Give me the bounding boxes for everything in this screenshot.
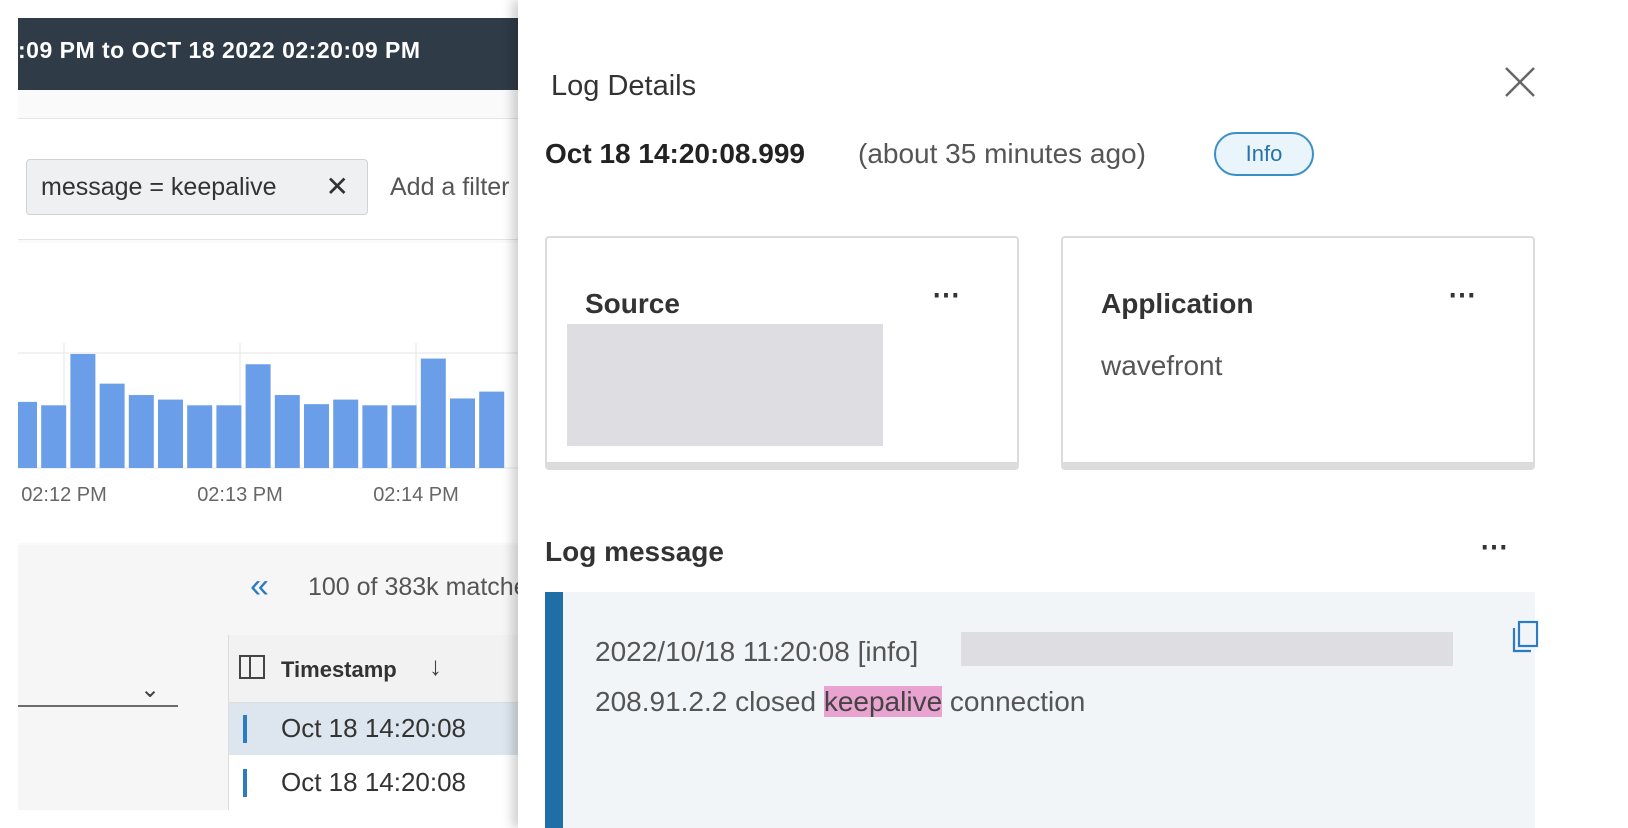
log-details-panel: Log Details Oct 18 14:20:08.999 (about 3… [518, 0, 1628, 828]
log-message-line-2: 208.91.2.2 closed keepalive connection [595, 686, 1085, 718]
histogram-bar[interactable] [362, 405, 388, 468]
histogram-bar[interactable] [216, 405, 242, 468]
x-tick-label: 02:13 PM [197, 484, 283, 506]
log-message-title: Log message [545, 536, 724, 567]
log-relative-time: (about 35 minutes ago) [858, 138, 1146, 169]
histogram-bar[interactable] [70, 354, 96, 468]
application-menu-icon[interactable]: ⋯ [1448, 278, 1477, 311]
source-menu-icon[interactable]: ⋯ [932, 278, 961, 311]
x-tick-label: 02:14 PM [373, 484, 459, 506]
table-row[interactable]: Oct 18 14:20:08 [229, 757, 518, 809]
histogram-chart: 02:12 PM 02:13 PM 02:14 PM [18, 243, 518, 543]
filter-chip-label: message = keepalive [41, 173, 277, 201]
redacted-message-text [961, 632, 1453, 666]
application-card-title: Application [1101, 288, 1254, 319]
log-explorer-background: :09 PM to OCT 18 2022 02:20:09 PM messag… [18, 18, 518, 810]
histogram-bar[interactable] [128, 395, 154, 468]
histogram-bar[interactable] [333, 399, 359, 468]
histogram-bar[interactable] [450, 398, 475, 468]
histogram-bar[interactable] [41, 405, 67, 468]
histogram-bar[interactable] [274, 395, 300, 468]
row-level-marker [243, 769, 247, 797]
histogram-bar[interactable] [187, 405, 213, 468]
columns-icon[interactable] [239, 655, 265, 679]
log-message-box: 2022/10/18 11:20:08 [info] 208.91.2.2 cl… [545, 592, 1539, 828]
time-range-text: :09 PM to OCT 18 2022 02:20:09 PM [18, 37, 421, 63]
log-message-text: 208.91.2.2 closed [595, 686, 824, 717]
histogram-bar[interactable] [245, 364, 271, 468]
chevron-down-icon[interactable]: ⌄ [140, 675, 160, 704]
filter-row: message = keepalive ✕ Add a filter [18, 118, 518, 240]
sort-down-icon[interactable]: ↓ [429, 651, 442, 682]
source-card: Source ⋯ [545, 236, 1019, 470]
search-highlight: keepalive [823, 686, 943, 717]
results-table: Timestamp ↓ Oct 18 14:20:08 Oct 18 14:20… [228, 635, 518, 810]
histogram-bar[interactable] [99, 383, 125, 468]
histogram-bar[interactable] [304, 404, 329, 468]
filter-chip[interactable]: message = keepalive ✕ [26, 159, 368, 215]
log-timestamp: Oct 18 14:20:08.999 [545, 138, 805, 169]
row-level-marker [243, 715, 247, 743]
redacted-source-value [567, 324, 883, 446]
application-card: Application ⋯ wavefront [1061, 236, 1535, 470]
log-message-line-1: 2022/10/18 11:20:08 [info] [595, 636, 919, 667]
page: :09 PM to OCT 18 2022 02:20:09 PM messag… [0, 0, 1628, 828]
row-timestamp: Oct 18 14:20:08 [281, 767, 467, 797]
copy-icon[interactable] [1511, 620, 1539, 654]
add-filter-input[interactable]: Add a filter [390, 159, 510, 215]
panel-title: Log Details [551, 70, 697, 102]
x-tick-label: 02:12 PM [21, 484, 107, 506]
histogram-bar[interactable] [479, 391, 505, 468]
histogram-bar[interactable] [18, 401, 37, 468]
level-badge: Info [1214, 132, 1314, 176]
results-pager: « 100 of 383k matches ⌄ Timestamp ↓ Oct … [18, 545, 518, 810]
histogram-bar[interactable] [391, 405, 417, 468]
application-value: wavefront [1101, 350, 1223, 381]
double-chevron-left-icon[interactable]: « [250, 567, 269, 606]
close-icon[interactable] [1500, 62, 1540, 102]
table-header: Timestamp ↓ [229, 635, 518, 703]
results-count: 100 of 383k matches [308, 573, 518, 601]
source-card-title: Source [585, 288, 680, 319]
time-range-bar[interactable]: :09 PM to OCT 18 2022 02:20:09 PM [18, 18, 518, 90]
log-message-menu-icon[interactable]: ⋯ [1480, 530, 1508, 563]
dropdown-underline [18, 705, 178, 707]
histogram-svg: 02:12 PM 02:13 PM 02:14 PM [18, 343, 518, 506]
row-timestamp: Oct 18 14:20:08 [281, 713, 467, 743]
timestamp-column-header[interactable]: Timestamp [281, 657, 397, 683]
histogram-bar[interactable] [420, 358, 446, 468]
histogram-bar[interactable] [158, 399, 183, 468]
log-message-text-end: connection [942, 686, 1086, 717]
table-row[interactable]: Oct 18 14:20:08 [229, 703, 518, 755]
filter-chip-close-icon[interactable]: ✕ [326, 160, 349, 214]
